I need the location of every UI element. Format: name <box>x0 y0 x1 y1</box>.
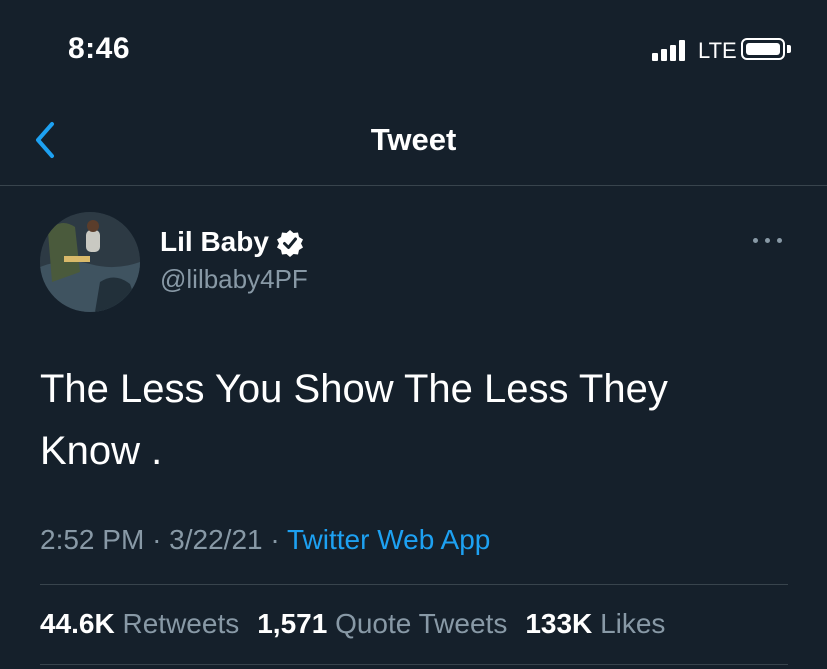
author-handle[interactable]: @lilbaby4PF <box>160 264 308 295</box>
battery-tip <box>787 45 791 53</box>
tweet-date: 3/22/21 <box>169 524 263 555</box>
page-title: Tweet <box>370 122 457 157</box>
tweet-time: 2:52 PM <box>40 524 145 555</box>
network-type: LTE <box>698 38 737 63</box>
retweets-label: Retweets <box>122 608 240 639</box>
likes-label: Likes <box>600 608 666 639</box>
tweet-text-line: Know . <box>40 429 163 473</box>
quote-tweets-stat[interactable]: 1,571 Quote Tweets <box>257 608 525 639</box>
tweet-text: The Less You Show The Less They Know . <box>40 358 800 482</box>
retweets-stat[interactable]: 44.6K Retweets <box>40 608 257 639</box>
meta-separator: · <box>152 524 162 555</box>
more-options-button[interactable] <box>753 232 785 248</box>
tweet-meta: 2:52 PM · 3/22/21 · Twitter Web App <box>40 524 490 556</box>
status-bar: 8:46 LTE <box>0 0 827 100</box>
likes-count: 133K <box>525 608 593 639</box>
meta-separator: · <box>270 524 280 555</box>
author-display-name[interactable]: Lil Baby <box>160 226 269 258</box>
retweets-count: 44.6K <box>40 608 115 639</box>
tweet-stats: 44.6K Retweets 1,571 Quote Tweets 133K Lik… <box>40 608 683 640</box>
tweet-text-line: The Less You Show The Less They <box>40 367 668 411</box>
divider <box>40 664 788 665</box>
avatar-image <box>40 212 140 312</box>
cellular-signal-icon <box>652 39 692 61</box>
divider <box>40 584 788 585</box>
quote-tweets-label: Quote Tweets <box>335 608 508 639</box>
battery-icon <box>741 38 785 60</box>
quote-tweets-count: 1,571 <box>257 608 328 639</box>
verified-badge-icon <box>277 230 303 257</box>
tweet-source-link[interactable]: Twitter Web App <box>287 524 490 555</box>
avatar[interactable] <box>40 212 140 312</box>
status-time: 8:46 <box>68 32 131 65</box>
nav-bar: Tweet <box>0 100 827 186</box>
likes-stat[interactable]: 133K Likes <box>525 608 683 639</box>
